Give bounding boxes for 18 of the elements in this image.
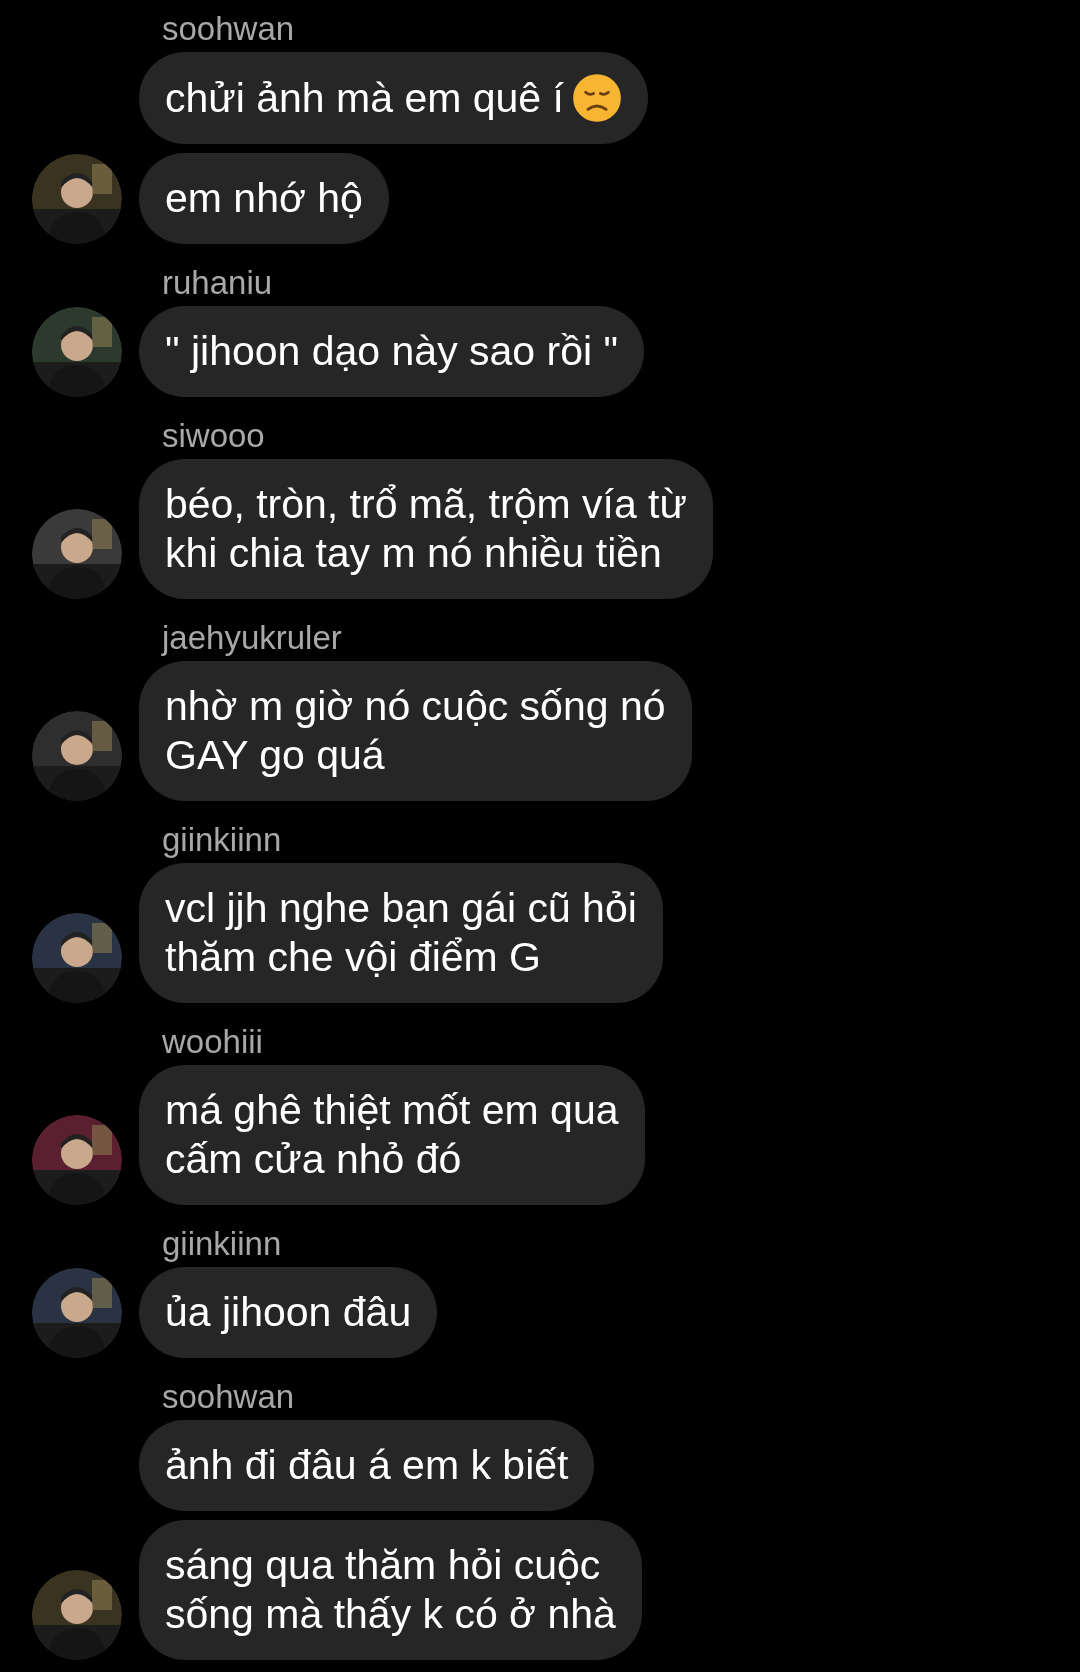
message-text: chửi ảnh mà em quê í (165, 73, 564, 123)
message-text: ủa jihoon đâu (165, 1288, 412, 1337)
sender-name: woohiii (162, 1023, 264, 1061)
sender-name: jaehyukruler (162, 619, 343, 657)
message-text: béo, tròn, trổ mã, trộm vía từ khi chia tay m nó nhiều tiền (165, 480, 687, 578)
message-text: vcl jjh nghe bạn gái cũ hỏi thăm che vội điểm G (165, 884, 637, 982)
message-text: sáng qua thăm hỏi cuộc sống mà thấy k có ở nhà (165, 1541, 616, 1639)
message-text: má ghê thiệt mốt em qua cấm cửa nhỏ đó (165, 1086, 619, 1184)
sender-name: ruhaniu (162, 264, 274, 302)
sender-name: soohwan (162, 1378, 296, 1416)
message-text: ảnh đi đâu á em k biết (165, 1441, 569, 1490)
sender-name: giinkiinn (162, 821, 283, 859)
message-text: em nhớ hộ (165, 174, 363, 223)
message-text: " jihoon dạo này sao rồi " (165, 327, 619, 376)
sender-name: siwooo (162, 417, 266, 455)
sender-name: giinkiinn (162, 1225, 283, 1263)
sender-name: soohwan (162, 10, 296, 48)
message-text: nhờ m giờ nó cuộc sống nó GAY go quá (165, 682, 666, 780)
